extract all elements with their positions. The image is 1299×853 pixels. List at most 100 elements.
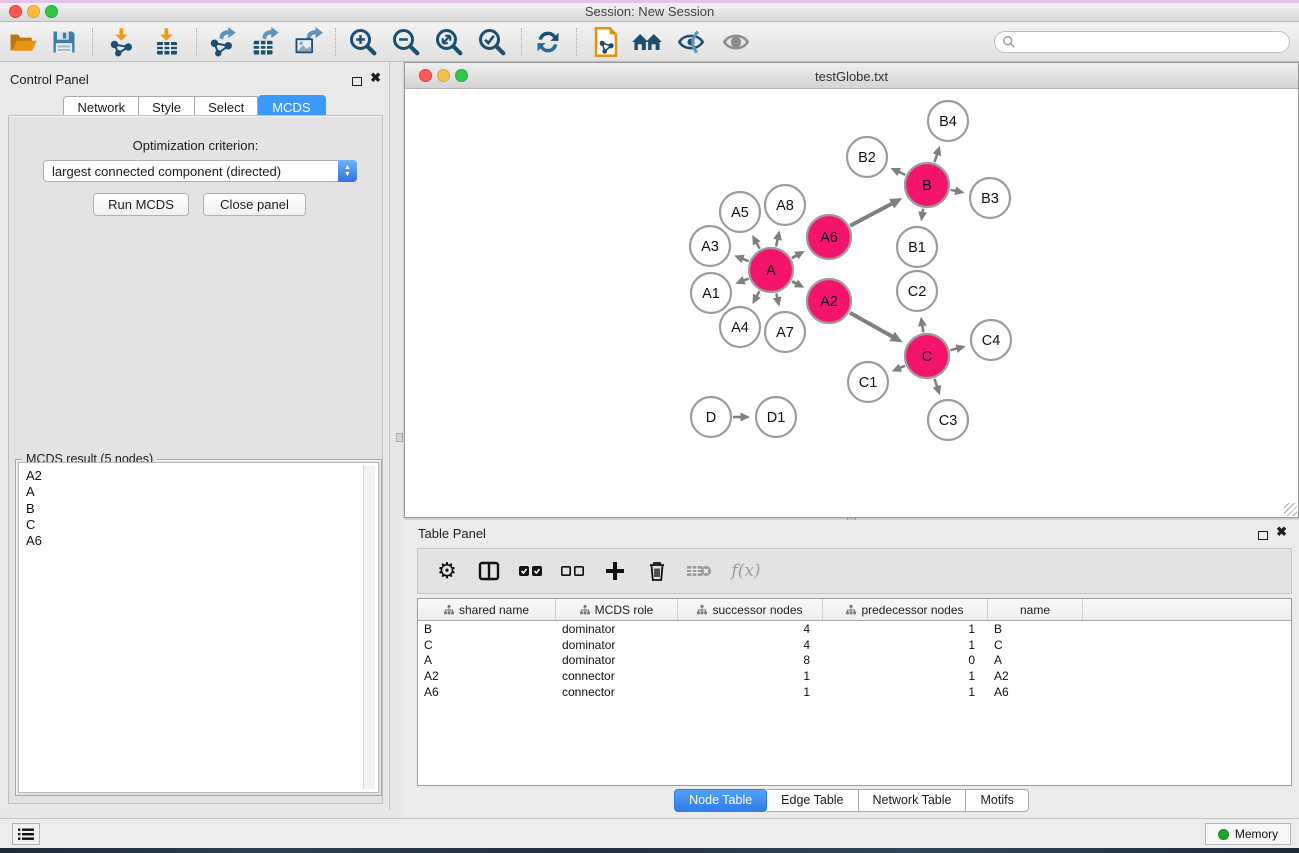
network-graph[interactable]: B4B2BB3A5A8A6A3B1AC2A1A2A4A7C4CC1C3DD1 bbox=[406, 89, 1297, 516]
node-label: A7 bbox=[776, 325, 794, 341]
table-row[interactable]: A2connector11A2 bbox=[418, 668, 1291, 684]
table-row[interactable]: Cdominator41C bbox=[418, 637, 1291, 653]
table-cell: A bbox=[418, 653, 556, 667]
table-header-row: shared nameMCDS rolesuccessor nodesprede… bbox=[418, 599, 1291, 621]
table-panel: Table Panel ✖ ⚙ f(x) shared nameMCDS rol… bbox=[404, 520, 1299, 818]
dropdown-stepper-icon: ▲▼ bbox=[338, 160, 357, 182]
float-table-panel-icon[interactable] bbox=[1258, 527, 1268, 545]
node-label: A5 bbox=[731, 205, 749, 221]
search-input[interactable] bbox=[994, 31, 1290, 53]
tab-network-table[interactable]: Network Table bbox=[859, 789, 967, 812]
memory-status-icon bbox=[1218, 829, 1229, 840]
criterion-dropdown[interactable]: largest connected component (directed) ▲… bbox=[43, 160, 357, 182]
run-mcds-button[interactable]: Run MCDS bbox=[93, 193, 189, 216]
table-cell: 1 bbox=[678, 669, 823, 683]
select-all-columns-icon[interactable] bbox=[516, 556, 546, 586]
app-titlebar: Session: New Session bbox=[0, 0, 1299, 22]
control-panel: Control Panel ✖ NetworkStyleSelectMCDS O… bbox=[0, 62, 390, 810]
zoom-in-icon[interactable] bbox=[345, 25, 381, 59]
column-header-MCDS-role[interactable]: MCDS role bbox=[556, 599, 678, 620]
node-label: A1 bbox=[702, 286, 720, 302]
table-row[interactable]: A6connector11A6 bbox=[418, 684, 1291, 700]
vertical-splitter-handle[interactable] bbox=[396, 433, 403, 442]
table-row[interactable]: Bdominator41B bbox=[418, 621, 1291, 637]
new-network-from-selection-icon[interactable] bbox=[588, 25, 624, 59]
hide-details-icon[interactable] bbox=[673, 25, 709, 59]
table-row[interactable]: Adominator80A bbox=[418, 653, 1291, 669]
resize-grip-icon[interactable] bbox=[1284, 503, 1297, 516]
mcds-result-item: B bbox=[26, 501, 363, 517]
table-cell: 8 bbox=[678, 653, 823, 667]
node-table: shared nameMCDS rolesuccessor nodesprede… bbox=[417, 598, 1292, 786]
float-panel-icon[interactable] bbox=[352, 73, 362, 91]
table-cell: B bbox=[418, 622, 556, 636]
graph-edge[interactable] bbox=[850, 313, 893, 337]
column-type-icon bbox=[580, 605, 590, 615]
edge-arrowhead-icon bbox=[954, 187, 964, 196]
network-canvas[interactable]: B4B2BB3A5A8A6A3B1AC2A1A2A4A7C4CC1C3DD1 bbox=[406, 89, 1297, 516]
add-column-icon[interactable] bbox=[600, 556, 630, 586]
edge-arrowhead-icon bbox=[933, 385, 941, 395]
close-panel-button[interactable]: Close panel bbox=[203, 193, 306, 216]
close-panel-icon[interactable]: ✖ bbox=[370, 73, 381, 83]
table-cell: 0 bbox=[823, 653, 988, 667]
toolbar-separator bbox=[92, 28, 93, 56]
task-history-button[interactable] bbox=[12, 823, 40, 845]
main-toolbar bbox=[0, 22, 1299, 62]
memory-button[interactable]: Memory bbox=[1205, 823, 1291, 845]
close-table-panel-icon[interactable]: ✖ bbox=[1276, 527, 1287, 537]
zoom-fit-icon[interactable] bbox=[431, 25, 467, 59]
table-cell: A bbox=[988, 653, 1083, 667]
column-header-successor-nodes[interactable]: successor nodes bbox=[678, 599, 823, 620]
table-cell: 4 bbox=[678, 638, 823, 652]
table-cell: A2 bbox=[418, 669, 556, 683]
delete-column-icon[interactable] bbox=[642, 556, 672, 586]
export-table-icon[interactable] bbox=[247, 25, 283, 59]
graph-edge[interactable] bbox=[850, 203, 893, 226]
tab-edge-table[interactable]: Edge Table bbox=[767, 789, 858, 812]
unselect-all-columns-icon[interactable] bbox=[558, 556, 588, 586]
edge-arrowhead-icon bbox=[933, 146, 941, 156]
table-cell: connector bbox=[556, 685, 678, 699]
function-builder-icon[interactable]: f(x) bbox=[726, 556, 766, 586]
show-details-icon[interactable] bbox=[718, 25, 754, 59]
table-toolbar: ⚙ f(x) bbox=[417, 548, 1292, 594]
export-network-icon[interactable] bbox=[204, 25, 240, 59]
result-scrollbar[interactable] bbox=[363, 466, 375, 789]
gear-icon[interactable]: ⚙ bbox=[432, 556, 462, 586]
split-columns-icon[interactable] bbox=[474, 556, 504, 586]
toolbar-separator bbox=[335, 28, 336, 56]
table-tabs: Node TableEdge TableNetwork TableMotifs bbox=[404, 789, 1299, 812]
toolbar-separator bbox=[576, 28, 577, 56]
toolbar-separator bbox=[196, 28, 197, 56]
zoom-selected-icon[interactable] bbox=[474, 25, 510, 59]
mcds-result-item: C bbox=[26, 517, 363, 533]
first-neighbors-icon[interactable] bbox=[629, 25, 665, 59]
column-header-shared-name[interactable]: shared name bbox=[418, 599, 556, 620]
export-image-icon[interactable] bbox=[290, 25, 326, 59]
optimization-criterion-label: Optimization criterion: bbox=[9, 138, 382, 153]
tab-node-table[interactable]: Node Table bbox=[674, 789, 767, 812]
table-panel-title: Table Panel bbox=[418, 526, 486, 541]
session-title: Session: New Session bbox=[0, 4, 1299, 19]
mcds-tab-content: Optimization criterion: largest connecte… bbox=[8, 115, 383, 804]
zoom-out-icon[interactable] bbox=[388, 25, 424, 59]
open-session-icon[interactable] bbox=[5, 25, 41, 59]
import-table-icon[interactable] bbox=[149, 25, 185, 59]
table-cell: A2 bbox=[988, 669, 1083, 683]
delete-table-icon[interactable] bbox=[684, 556, 714, 586]
network-window-titlebar[interactable]: testGlobe.txt bbox=[405, 63, 1298, 89]
import-network-icon[interactable] bbox=[104, 25, 140, 59]
tab-motifs[interactable]: Motifs bbox=[966, 789, 1028, 812]
node-label: B bbox=[922, 178, 932, 194]
table-body: Bdominator41BCdominator41CAdominator80AA… bbox=[418, 621, 1291, 700]
node-label: A bbox=[766, 263, 776, 279]
refresh-icon[interactable] bbox=[530, 25, 566, 59]
save-session-icon[interactable] bbox=[46, 25, 82, 59]
mcds-result-list[interactable]: A2ABCA6 bbox=[22, 466, 363, 789]
task-list-icon bbox=[18, 828, 34, 841]
node-label: D bbox=[706, 410, 716, 426]
column-header-predecessor-nodes[interactable]: predecessor nodes bbox=[823, 599, 988, 620]
mcds-result-item: A2 bbox=[26, 468, 363, 484]
column-header-name[interactable]: name bbox=[988, 599, 1083, 620]
